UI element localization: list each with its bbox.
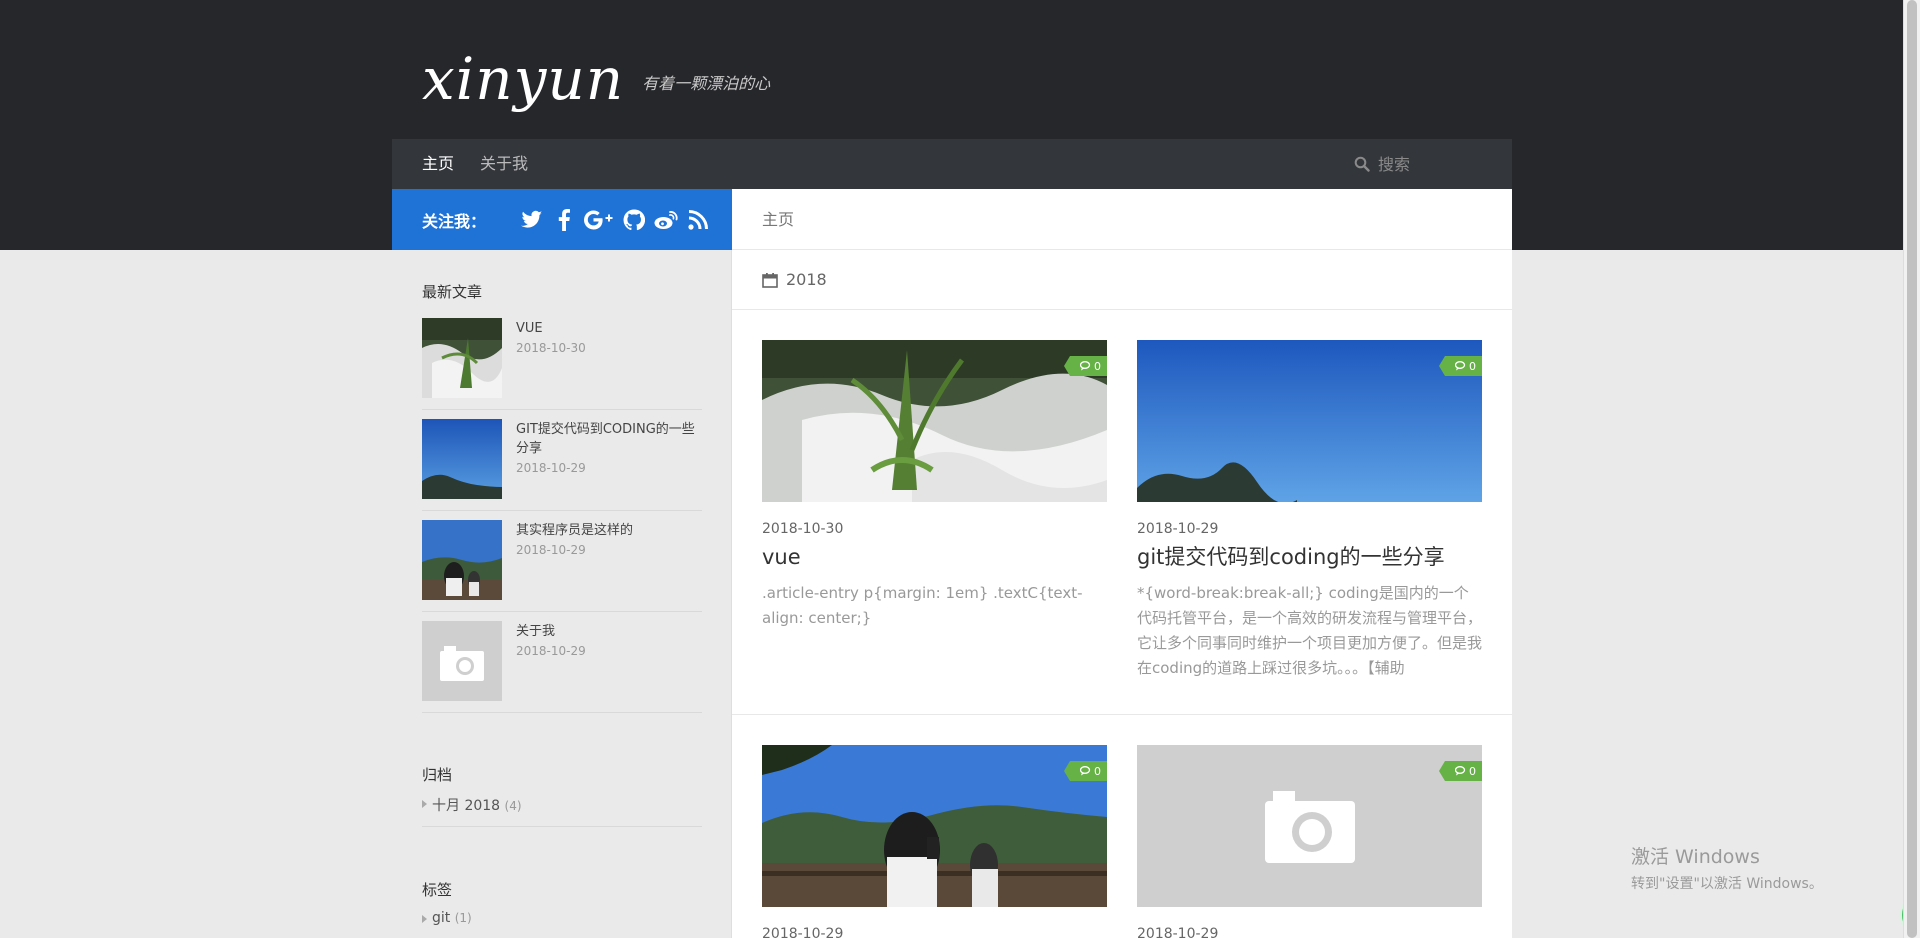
archive-title: 归档 [422, 766, 453, 784]
main-nav: 主页 关于我 [392, 139, 1512, 189]
comments-icon [1455, 361, 1466, 371]
tag-count: (1) [454, 911, 472, 925]
weibo-icon[interactable] [654, 208, 678, 232]
post-thumbnail[interactable] [422, 621, 502, 701]
comments-icon [1455, 766, 1466, 776]
archive-year-heading: 2018 [732, 250, 1512, 310]
list-item[interactable]: 关于我 2018-10-29 [422, 612, 702, 713]
post-date: 2018-10-29 [1137, 521, 1219, 537]
post-thumbnail[interactable]: 0 [1137, 745, 1482, 907]
post-thumbnail[interactable] [422, 520, 502, 600]
caret-right-icon [422, 915, 427, 923]
rss-icon[interactable] [686, 208, 710, 232]
post-card: 0 2018-10-29 git提交代码到coding的一些分享 *{word-… [1137, 340, 1482, 681]
page-title: 主页 [762, 210, 795, 229]
comments-icon [1080, 766, 1091, 776]
caret-right-icon [422, 800, 427, 808]
recent-post-title[interactable]: GIT提交代码到CODING的一些分享 2018-10-29 [516, 420, 702, 478]
recent-post-title[interactable]: VUE 2018-10-30 [516, 319, 702, 358]
calendar-icon [762, 272, 778, 288]
post-title[interactable]: vue [762, 543, 1107, 571]
google-plus-icon[interactable] [584, 208, 614, 232]
post-thumbnail[interactable] [422, 318, 502, 398]
post-date: 2018-10-30 [762, 521, 844, 537]
tags-title: 标签 [422, 881, 453, 899]
vertical-scrollbar[interactable] [1903, 0, 1920, 938]
list-item[interactable]: VUE 2018-10-30 [422, 309, 702, 410]
sidebar: 关注我： 最新文章 VUE 2018-10-30 GIT提交代码到CODING的… [392, 189, 732, 938]
recent-posts-title: 最新文章 [422, 283, 483, 301]
post-thumbnail[interactable]: 0 [1137, 340, 1482, 502]
recent-posts-list: VUE 2018-10-30 GIT提交代码到CODING的一些分享 2018-10… [422, 309, 702, 713]
post-thumbnail[interactable]: 0 [762, 340, 1107, 502]
social-links [520, 208, 710, 232]
post-excerpt: .article-entry p{margin: 1em} .textC{tex… [762, 584, 1083, 627]
nav-item-home[interactable]: 主页 [422, 139, 454, 189]
post-date: 2018-10-29 [1137, 926, 1219, 938]
archive-year: 2018 [786, 270, 827, 289]
comment-count-badge[interactable]: 0 [1064, 356, 1107, 376]
site-branding: xinyun 有着一颗漂泊的心 [422, 28, 770, 108]
watermark-subtitle: 转到"设置"以激活 Windows。 [1631, 876, 1823, 892]
recent-post-date: 2018-10-30 [516, 341, 586, 355]
recent-post-date: 2018-10-29 [516, 461, 586, 475]
breadcrumb: 主页 [732, 189, 1512, 250]
search-input[interactable] [1378, 154, 1508, 174]
comments-icon [1080, 361, 1091, 371]
post-date: 2018-10-29 [762, 926, 844, 938]
list-item[interactable]: 其实程序员是这样的 2018-10-29 [422, 511, 702, 612]
twitter-icon[interactable] [520, 208, 544, 232]
archive-item[interactable]: 十月 2018 (4) [422, 795, 702, 827]
post-card: 0 2018-10-29 [1137, 745, 1482, 938]
search-box [1354, 139, 1508, 189]
recent-post-date: 2018-10-29 [516, 644, 586, 658]
nav-item-about[interactable]: 关于我 [480, 139, 528, 189]
follow-label: 关注我： [422, 211, 487, 231]
facebook-icon[interactable] [552, 208, 576, 232]
site-logo[interactable]: xinyun [422, 50, 624, 108]
comment-count-badge[interactable]: 0 [1064, 761, 1107, 781]
search-icon[interactable] [1354, 156, 1370, 172]
main-content: 主页 2018 0 2018-10-30 vue .article-entry … [732, 189, 1512, 938]
divider [732, 714, 1512, 715]
windows-activation-watermark: 激活 Windows 转到"设置"以激活 Windows。 [1631, 842, 1823, 893]
archive-count: (4) [504, 799, 522, 813]
github-icon[interactable] [622, 208, 646, 232]
post-card: 0 2018-10-29 [762, 745, 1107, 938]
comment-count-badge[interactable]: 0 [1439, 761, 1482, 781]
tag-item[interactable]: git (1) [422, 910, 702, 926]
scrollbar-thumb[interactable] [1907, 0, 1917, 938]
tag-label[interactable]: git [432, 910, 450, 926]
list-item[interactable]: GIT提交代码到CODING的一些分享 2018-10-29 [422, 410, 702, 511]
post-card: 0 2018-10-30 vue .article-entry p{margin… [762, 340, 1107, 631]
post-thumbnail[interactable]: 0 [762, 745, 1107, 907]
recent-post-title[interactable]: 关于我 2018-10-29 [516, 622, 702, 661]
post-title[interactable]: git提交代码到coding的一些分享 [1137, 543, 1482, 571]
post-thumbnail[interactable] [422, 419, 502, 499]
comment-count-badge[interactable]: 0 [1439, 356, 1482, 376]
camera-icon [1265, 791, 1355, 863]
follow-bar: 关注我： [392, 189, 732, 250]
recent-post-date: 2018-10-29 [516, 543, 586, 557]
recent-post-title[interactable]: 其实程序员是这样的 2018-10-29 [516, 521, 702, 560]
archive-label[interactable]: 十月 2018 [432, 798, 500, 814]
site-tagline: 有着一颗漂泊的心 [642, 74, 771, 93]
watermark-title: 激活 Windows [1631, 846, 1760, 868]
camera-icon [440, 646, 484, 681]
post-excerpt: *{word-break:break-all;} coding是国内的一个代码托… [1137, 584, 1482, 677]
